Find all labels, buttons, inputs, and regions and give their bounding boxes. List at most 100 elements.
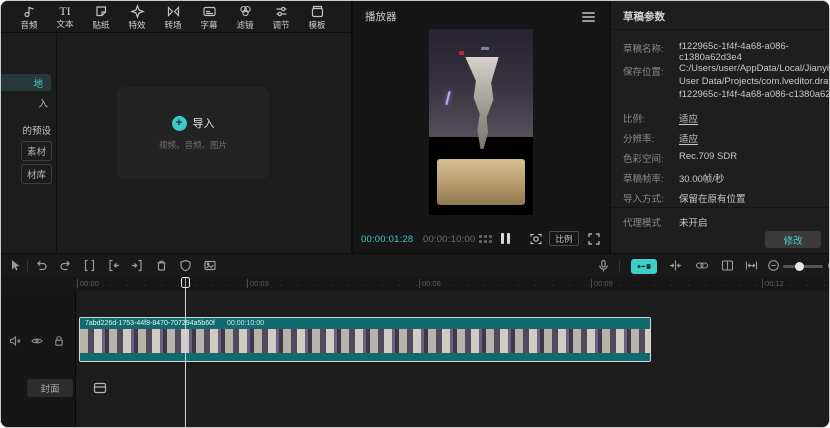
tab-text[interactable]: TI 文本 — [47, 5, 83, 29]
hide-track-icon[interactable] — [31, 335, 43, 347]
tab-label: 转场 — [164, 21, 181, 30]
cover-image-icon[interactable] — [203, 259, 217, 272]
audio-icon — [22, 4, 37, 19]
zoom-slider-handle[interactable] — [795, 262, 804, 271]
split-clip-icon[interactable] — [83, 259, 96, 272]
sidebar-item-library[interactable]: 材库 — [21, 164, 52, 184]
ruler-tick: 00:03 — [247, 279, 269, 288]
fit-timeline-icon[interactable] — [745, 259, 758, 272]
frame-rate-value: 30.00帧/秒 — [679, 171, 724, 185]
player-panel: 播放器 00:00:01:28 00:00:10:00 比例 — [353, 1, 609, 253]
tab-label: 模板 — [308, 21, 325, 30]
divider — [611, 207, 830, 208]
media-toolbar: 音频 TI 文本 贴纸 特效 转场 — [1, 1, 351, 33]
sticker-icon — [94, 4, 109, 19]
tab-label: 特效 — [128, 21, 145, 30]
modify-button[interactable]: 修改 — [765, 231, 821, 248]
video-debris — [481, 47, 489, 50]
tab-audio[interactable]: 音频 — [11, 4, 47, 30]
linkage-toggle[interactable] — [695, 259, 709, 272]
total-duration: 00:00:10:00 — [423, 234, 475, 245]
frames-icon[interactable] — [479, 235, 492, 243]
tab-transition[interactable]: 转场 — [155, 4, 191, 30]
import-mode-label: 导入方式: — [623, 191, 664, 205]
proxy-mode-value: 未开启 — [679, 215, 708, 229]
import-dropzone[interactable]: + 导入 视频、音频、图片 — [117, 87, 269, 179]
ruler-tick: 00:12 — [762, 279, 784, 288]
video-debris — [459, 51, 464, 55]
params-title: 草稿参数 — [623, 9, 665, 24]
player-title: 播放器 — [365, 9, 397, 24]
clip-thumbnails — [80, 329, 650, 353]
tab-label: 调节 — [272, 21, 289, 30]
preview-axis-toggle[interactable] — [721, 259, 734, 272]
save-location-label: 保存位置: — [623, 64, 664, 78]
redo-icon[interactable] — [59, 259, 72, 272]
ruler-tick: 00:00 — [77, 279, 99, 288]
capcut-window: 音频 TI 文本 贴纸 特效 转场 — [0, 0, 830, 428]
smart-frame-icon[interactable] — [529, 232, 543, 246]
track-area: 封面 7abd226d-1753-44f8-8470-707294a5b60f … — [1, 291, 830, 428]
zoom-out-icon[interactable] — [767, 259, 780, 272]
shield-icon[interactable] — [179, 259, 192, 272]
tab-label: 音频 — [20, 21, 37, 30]
sidebar-item-local[interactable]: 地 — [1, 74, 51, 91]
tab-filter[interactable]: 滤镜 — [227, 4, 263, 30]
pause-button[interactable] — [501, 233, 510, 244]
tab-effects[interactable]: 特效 — [119, 4, 155, 30]
color-space-label: 色彩空间: — [623, 151, 664, 165]
playhead-handle[interactable] — [181, 277, 190, 288]
trim-right-icon[interactable] — [131, 259, 144, 272]
filter-icon — [238, 4, 253, 19]
player-controls: 00:00:01:28 00:00:10:00 比例 — [353, 225, 609, 253]
playhead-line[interactable] — [185, 277, 186, 428]
fullscreen-icon[interactable] — [587, 232, 601, 246]
media-panel: 音频 TI 文本 贴纸 特效 转场 — [1, 1, 351, 253]
video-base — [437, 159, 525, 205]
toolbar-divider — [27, 260, 28, 272]
clip-name: 7abd226d-1753-44f8-8470-707294a5b60f — [85, 320, 215, 327]
toolbar-divider — [619, 260, 620, 272]
mic-icon[interactable] — [597, 259, 610, 273]
clip-footer-bar — [80, 353, 650, 361]
save-location-value: C:/Users/user/AppData/Local/JianyingPro/… — [679, 62, 830, 101]
draft-name-value: f122965c-1f4f-4a68-a086-c1380a62d3e4 — [679, 41, 830, 63]
clip-header: 7abd226d-1753-44f8-8470-707294a5b60f 00:… — [80, 318, 650, 329]
tab-label: 字幕 — [200, 21, 217, 30]
import-hint: 视频、音频、图片 — [159, 139, 227, 151]
main-track-magnet-toggle[interactable] — [631, 259, 657, 274]
sidebar-item-presets[interactable]: 的预设 — [22, 123, 51, 137]
adjust-icon — [274, 4, 289, 19]
auto-snap-toggle[interactable] — [669, 259, 682, 272]
player-menu-icon[interactable] — [582, 12, 595, 22]
sidebar-item-import[interactable]: 入 — [38, 96, 48, 110]
lock-track-icon[interactable] — [53, 335, 65, 347]
ratio-label: 比例: — [623, 111, 645, 125]
proxy-mode-label: 代理模式 — [623, 215, 661, 229]
clip-duration: 00:00:10:00 — [227, 320, 264, 327]
video-clip[interactable]: 7abd226d-1753-44f8-8470-707294a5b60f 00:… — [79, 317, 651, 362]
current-time: 00:00:01:28 — [361, 234, 413, 245]
tab-adjust[interactable]: 调节 — [263, 4, 299, 30]
ratio-value-link[interactable]: 适应 — [679, 111, 698, 125]
timeline-ruler[interactable]: 00:00 00:03 00:06 00:09 00:12 — [1, 277, 830, 291]
cover-button[interactable]: 封面 — [27, 379, 73, 397]
divider — [611, 29, 830, 30]
delete-icon[interactable] — [155, 259, 168, 272]
preview-video[interactable] — [429, 29, 533, 215]
tab-template[interactable]: 模板 — [299, 4, 335, 30]
ratio-button[interactable]: 比例 — [549, 231, 579, 246]
mute-track-icon[interactable] — [9, 335, 21, 347]
text-icon: TI — [59, 5, 70, 18]
tab-label: 文本 — [56, 20, 73, 29]
select-tool-icon[interactable] — [9, 259, 22, 272]
tab-captions[interactable]: 字幕 — [191, 4, 227, 30]
tab-sticker[interactable]: 贴纸 — [83, 4, 119, 30]
trim-left-icon[interactable] — [107, 259, 120, 272]
undo-icon[interactable] — [35, 259, 48, 272]
cover-frame-icon[interactable] — [93, 382, 107, 394]
import-mode-value: 保留在原有位置 — [679, 191, 746, 205]
sidebar-item-material[interactable]: 素材 — [21, 141, 52, 161]
resolution-value-link[interactable]: 适应 — [679, 131, 698, 145]
captions-icon — [202, 4, 217, 19]
